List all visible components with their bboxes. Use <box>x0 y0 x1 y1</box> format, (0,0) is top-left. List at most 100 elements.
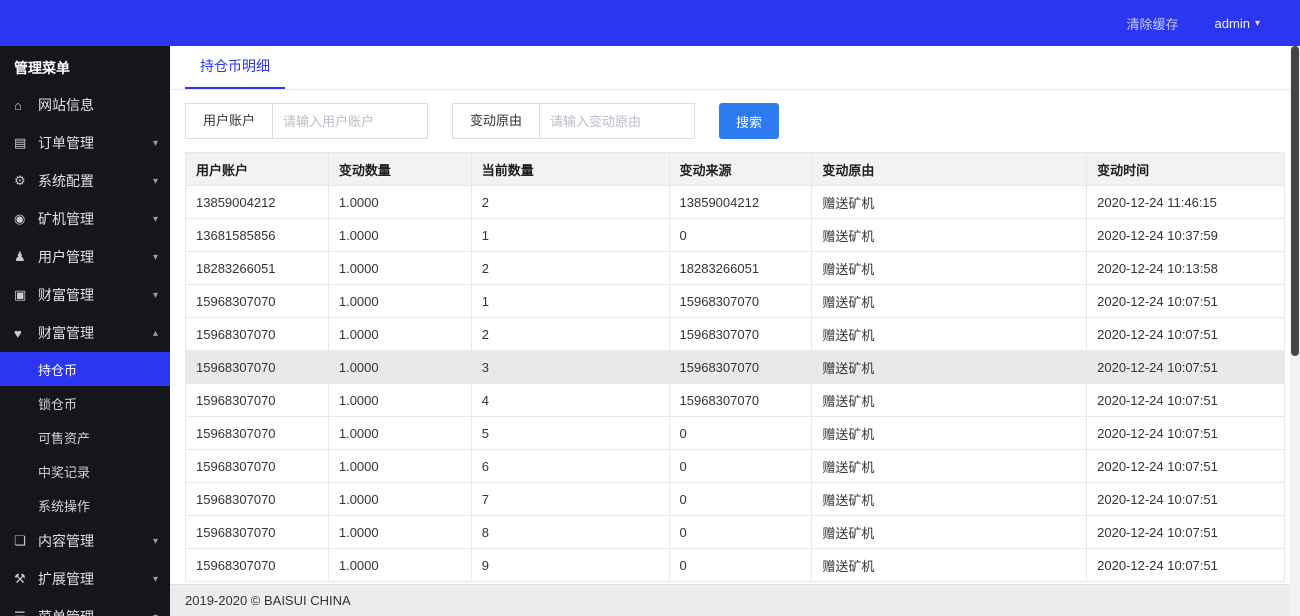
cell-change-source: 0 <box>668 482 813 516</box>
sidebar-menu: ⌂ 网站信息 ▤ 订单管理 ▾ ⚙ 系统配置 ▾ ◉ 矿机管理 ▾ ♟ 用户管理… <box>0 86 170 616</box>
account-input[interactable] <box>273 103 429 139</box>
cell-current-amount: 2 <box>470 317 670 351</box>
cell-change-time: 2020-12-24 10:07:51 <box>1086 548 1285 582</box>
cell-current-amount: 2 <box>470 251 670 285</box>
table-row[interactable]: 15968307070 1.0000 7 0 赠送矿机 2020-12-24 1… <box>185 482 1285 516</box>
table-row[interactable]: 15968307070 1.0000 1 15968307070 赠送矿机 20… <box>185 284 1285 318</box>
cell-change-reason: 赠送矿机 <box>811 449 1088 483</box>
cell-change-source: 18283266051 <box>668 251 813 285</box>
wrench-icon: ⚒ <box>14 571 26 586</box>
chevron-icon: ▾ <box>152 137 158 149</box>
table-row[interactable]: 15968307070 1.0000 4 15968307070 赠送矿机 20… <box>185 383 1285 417</box>
menu-item-label: 矿机管理 <box>38 211 94 227</box>
column-header: 变动来源 <box>668 152 813 186</box>
menu-item-label: 系统操作 <box>38 498 91 514</box>
cell-change-amount: 1.0000 <box>327 284 472 318</box>
table-row[interactable]: 15968307070 1.0000 3 15968307070 赠送矿机 20… <box>185 350 1285 384</box>
clear-cache-button[interactable]: 清除缓存 <box>1127 14 1179 33</box>
chevron-icon: ▾ <box>153 612 158 616</box>
cell-current-amount: 6 <box>470 449 670 483</box>
heart-icon: ♥ <box>14 325 22 341</box>
sidebar-item-site-info[interactable]: ⌂ 网站信息 <box>0 86 170 124</box>
table-row[interactable]: 15968307070 1.0000 6 0 赠送矿机 2020-12-24 1… <box>185 449 1285 483</box>
table-row[interactable]: 13681585856 1.0000 1 0 赠送矿机 2020-12-24 1… <box>185 218 1285 252</box>
table-body: 13859004212 1.0000 2 13859004212 赠送矿机 20… <box>185 185 1285 582</box>
cell-change-reason: 赠送矿机 <box>811 416 1088 450</box>
table-row[interactable]: 15968307070 1.0000 8 0 赠送矿机 2020-12-24 1… <box>185 515 1285 549</box>
cell-change-amount: 1.0000 <box>327 383 472 417</box>
cell-change-amount: 1.0000 <box>327 449 472 483</box>
copyright-text: 2019-2020 © BAISUI CHINA <box>185 593 351 608</box>
account-input-group: 用户账户 <box>185 103 429 139</box>
cell-current-amount: 4 <box>470 383 670 417</box>
table-row[interactable]: 13859004212 1.0000 2 13859004212 赠送矿机 20… <box>185 185 1285 219</box>
cell-change-time: 2020-12-24 10:13:58 <box>1086 251 1285 285</box>
table-row[interactable]: 15968307070 1.0000 5 0 赠送矿机 2020-12-24 1… <box>185 416 1285 450</box>
holding-coin-table: 用户账户 变动数量 当前数量 变动来源 变动原由 变动时间 1385900421… <box>185 152 1285 582</box>
tab-holding-coin-detail[interactable]: 持仓币明细 <box>185 46 285 89</box>
table-row[interactable]: 15968307070 1.0000 9 0 赠送矿机 2020-12-24 1… <box>185 548 1285 582</box>
cell-current-amount: 3 <box>470 350 670 384</box>
sidebar-item-wealth-mgmt-2[interactable]: ♥ 财富管理 ▴ <box>0 314 170 352</box>
cell-change-time: 2020-12-24 10:07:51 <box>1086 383 1285 417</box>
sidebar-item-system-ops[interactable]: 系统操作 <box>0 488 170 522</box>
cell-change-amount: 1.0000 <box>327 218 472 252</box>
tabbar: 持仓币明细 <box>170 46 1300 90</box>
username: admin <box>1214 15 1250 31</box>
sidebar-item-miner-mgmt[interactable]: ◉ 矿机管理 ▾ <box>0 200 170 238</box>
reason-input[interactable] <box>540 103 696 139</box>
cell-user-account: 18283266051 <box>185 251 329 285</box>
account-label: 用户账户 <box>185 103 274 139</box>
cell-change-time: 2020-12-24 10:07:51 <box>1086 350 1285 384</box>
cell-change-time: 2020-12-24 11:46:15 <box>1086 185 1285 219</box>
cell-change-time: 2020-12-24 10:07:51 <box>1086 284 1285 318</box>
cell-change-amount: 1.0000 <box>327 515 472 549</box>
sidebar-item-winning-records[interactable]: 中奖记录 <box>0 454 170 488</box>
cell-user-account: 15968307070 <box>185 482 329 516</box>
chevron-icon: ▾ <box>152 535 158 547</box>
user-menu[interactable]: admin ▾ <box>1215 16 1260 31</box>
cell-change-amount: 1.0000 <box>327 482 472 516</box>
cell-change-reason: 赠送矿机 <box>811 548 1088 582</box>
cell-user-account: 15968307070 <box>185 317 329 351</box>
sidebar-item-wealth-mgmt-1[interactable]: ▣ 财富管理 ▾ <box>0 276 170 314</box>
cell-change-amount: 1.0000 <box>327 350 472 384</box>
cell-change-reason: 赠送矿机 <box>811 350 1088 384</box>
scrollbar <box>1290 46 1300 616</box>
menu-item-label: 订单管理 <box>38 135 94 151</box>
sidebar-item-menu-mgmt[interactable]: ☰ 菜单管理 ▾ <box>0 598 170 616</box>
cell-change-amount: 1.0000 <box>327 317 472 351</box>
sidebar-item-order-mgmt[interactable]: ▤ 订单管理 ▾ <box>0 124 170 162</box>
cell-user-account: 13681585856 <box>185 218 329 252</box>
chevron-icon: ▾ <box>152 213 158 225</box>
cell-change-source: 0 <box>668 218 813 252</box>
column-header: 当前数量 <box>470 152 670 186</box>
document-icon: ❏ <box>14 533 26 548</box>
sidebar: 管理菜单 ⌂ 网站信息 ▤ 订单管理 ▾ ⚙ 系统配置 ▾ ◉ 矿机管理 ▾ ♟… <box>0 46 170 616</box>
menu-item-label: 锁仓币 <box>38 396 78 412</box>
cell-change-reason: 赠送矿机 <box>811 284 1088 318</box>
cell-change-source: 15968307070 <box>668 383 813 417</box>
search-button[interactable]: 搜索 <box>719 103 780 139</box>
cell-change-source: 0 <box>668 548 813 582</box>
sidebar-item-sellable-assets[interactable]: 可售资产 <box>0 420 170 454</box>
sidebar-item-holding-coin[interactable]: 持仓币 <box>0 352 170 386</box>
sidebar-item-extension-mgmt[interactable]: ⚒ 扩展管理 ▾ <box>0 560 170 598</box>
power-icon: ◉ <box>14 211 26 226</box>
cell-current-amount: 2 <box>470 185 670 219</box>
cell-change-reason: 赠送矿机 <box>811 383 1088 417</box>
chevron-down-icon: ▾ <box>1254 17 1260 29</box>
cell-user-account: 15968307070 <box>185 548 329 582</box>
cell-user-account: 15968307070 <box>185 416 329 450</box>
sidebar-item-content-mgmt[interactable]: ❏ 内容管理 ▾ <box>0 522 170 560</box>
sidebar-item-user-mgmt[interactable]: ♟ 用户管理 ▾ <box>0 238 170 276</box>
scrollbar-thumb[interactable] <box>1291 46 1299 356</box>
table-row[interactable]: 18283266051 1.0000 2 18283266051 赠送矿机 20… <box>185 251 1285 285</box>
menu-item-label: 财富管理 <box>38 325 94 341</box>
sidebar-item-system-config[interactable]: ⚙ 系统配置 ▾ <box>0 162 170 200</box>
table-row[interactable]: 15968307070 1.0000 2 15968307070 赠送矿机 20… <box>185 317 1285 351</box>
menu-item-label: 财富管理 <box>38 287 94 303</box>
sidebar-item-locked-coin[interactable]: 锁仓币 <box>0 386 170 420</box>
cell-change-reason: 赠送矿机 <box>811 185 1088 219</box>
cell-change-time: 2020-12-24 10:07:51 <box>1086 416 1285 450</box>
